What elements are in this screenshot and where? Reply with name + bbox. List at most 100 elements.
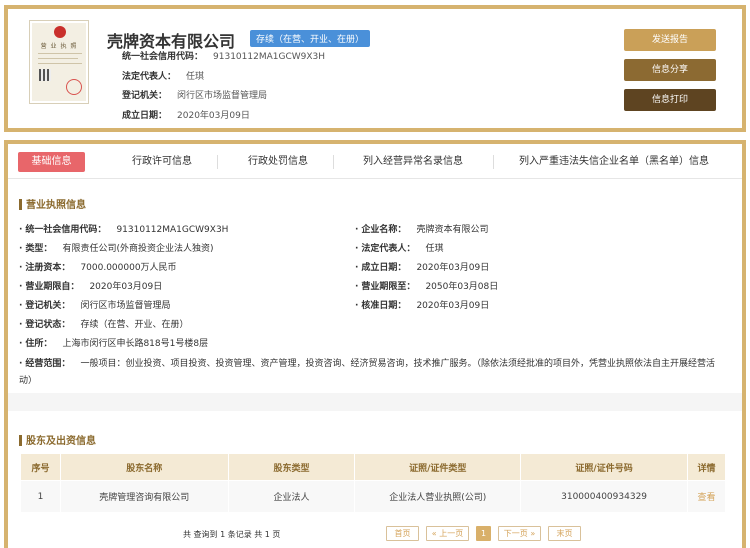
- tab-divider: [333, 155, 334, 169]
- column-header: 股东名称: [59, 453, 229, 481]
- field-legal-representative: 法定代表人： 任琪: [355, 241, 443, 254]
- field-label: 统一社会信用代码：: [19, 225, 106, 235]
- current-page-button[interactable]: 1: [476, 526, 491, 541]
- field-label: 住所：: [19, 339, 52, 349]
- field-value: 7000.000000万人民币: [80, 263, 177, 273]
- field-label: 企业名称：: [355, 225, 406, 235]
- tab-divider: [217, 155, 218, 169]
- cell-shareholder-type: 企业法人: [227, 480, 356, 513]
- field-label: 类型：: [19, 244, 52, 254]
- license-line: [38, 53, 82, 54]
- qr-code-icon: [39, 69, 51, 81]
- info-label: 登记机关：: [122, 91, 168, 101]
- field-value: 2020年03月09日: [89, 282, 163, 292]
- cell-no: 1: [20, 480, 61, 513]
- field-label: 法定代表人：: [355, 244, 415, 254]
- business-license-image[interactable]: 营 业 执 照: [29, 20, 89, 104]
- column-header: 详情: [687, 453, 726, 481]
- license-line: [38, 63, 82, 64]
- next-page-button[interactable]: 下一页 »: [498, 526, 541, 541]
- section-divider: [8, 393, 742, 411]
- prev-page-button[interactable]: « 上一页: [426, 526, 469, 541]
- seal-stamp-icon: [66, 79, 82, 95]
- field-label: 登记状态：: [19, 320, 70, 330]
- info-label: 成立日期：: [122, 110, 168, 121]
- header-info-row: 成立日期： 2020年03月09日: [122, 109, 325, 129]
- header-info-row: 统一社会信用代码： 91310112MA1GCW9X3H: [122, 50, 325, 70]
- field-value: 上海市闵行区申长路818号1号楼8层: [62, 339, 209, 349]
- field-label: 营业期限自：: [19, 282, 79, 292]
- header-info-list: 统一社会信用代码： 91310112MA1GCW9X3H 法定代表人： 任琪 登记机…: [122, 50, 325, 128]
- tab-abnormal-operation[interactable]: 列入经营异常名录信息: [343, 152, 483, 172]
- license-section-title: 营业执照信息: [19, 196, 86, 211]
- field-value: 2050年03月08日: [425, 282, 499, 292]
- field-value: 任琪: [425, 244, 444, 254]
- field-label: 注册资本：: [19, 263, 70, 273]
- field-label: 经营范围：: [19, 359, 70, 369]
- info-label: 统一社会信用代码：: [122, 52, 204, 62]
- print-info-button[interactable]: 信息打印: [624, 89, 716, 111]
- cell-shareholder-name: 壳牌管理咨询有限公司: [59, 480, 229, 513]
- cell-detail: 查看: [687, 480, 726, 513]
- info-value: 任琪: [186, 71, 205, 82]
- tab-blacklist[interactable]: 列入严重违法失信企业名单（黑名单）信息: [503, 152, 725, 172]
- field-company-name: 企业名称： 壳牌资本有限公司: [355, 222, 488, 235]
- field-value: 2020年03月09日: [416, 301, 490, 311]
- field-registered-capital: 注册资本： 7000.000000万人民币: [19, 260, 177, 273]
- table-header-row: 序号 股东名称 股东类型 证照/证件类型 证照/证件号码 详情: [20, 453, 726, 481]
- first-page-button[interactable]: 首页: [386, 526, 419, 541]
- column-header: 证照/证件号码: [520, 453, 688, 481]
- company-name: 壳牌资本有限公司: [107, 32, 236, 51]
- cell-doc-number: 310000400934329: [520, 480, 688, 513]
- field-established-date: 成立日期： 2020年03月09日: [355, 260, 489, 273]
- field-registration-authority: 登记机关： 闵行区市场监督管理局: [19, 298, 170, 311]
- field-value: 91310112MA1GCW9X3H: [116, 225, 229, 235]
- column-header: 序号: [20, 453, 61, 481]
- cell-doc-type: 企业法人营业执照(公司): [354, 480, 522, 513]
- field-value: 闵行区市场监督管理局: [80, 301, 171, 311]
- info-label: 法定代表人：: [122, 71, 177, 82]
- shareholder-section-title: 股东及出资信息: [19, 432, 96, 447]
- header-info-row: 登记机关： 闵行区市场监督管理局: [122, 89, 325, 109]
- shareholder-table: 序号 股东名称 股东类型 证照/证件类型 证照/证件号码 详情 1 壳牌管理咨询…: [20, 453, 726, 513]
- field-credit-code: 统一社会信用代码： 91310112MA1GCW9X3H: [19, 222, 228, 235]
- field-value: 壳牌资本有限公司: [416, 225, 489, 235]
- field-value: 有限责任公司(外商投资企业法人独资): [62, 244, 214, 254]
- header-info-row: 法定代表人： 任琪: [122, 70, 325, 90]
- field-label: 营业期限至：: [355, 282, 415, 292]
- tab-admin-penalty[interactable]: 行政处罚信息: [227, 152, 329, 172]
- license-image-title: 营 业 执 照: [40, 43, 78, 50]
- field-term-end: 营业期限至： 2050年03月08日: [355, 279, 498, 292]
- send-report-button[interactable]: 发送报告: [624, 29, 716, 51]
- field-address: 住所： 上海市闵行区申长路818号1号楼8层: [19, 336, 208, 349]
- info-value: 2020年03月09日: [177, 110, 250, 121]
- column-header: 股东类型: [227, 453, 356, 481]
- tab-underline: [8, 178, 742, 179]
- tab-admin-license[interactable]: 行政许可信息: [111, 152, 213, 172]
- info-value: 91310112MA1GCW9X3H: [213, 52, 326, 62]
- field-term-start: 营业期限自： 2020年03月09日: [19, 279, 162, 292]
- national-emblem-icon: [54, 26, 66, 38]
- field-label: 核准日期：: [355, 301, 406, 311]
- field-value: 一般项目：创业投资、项目投资、投资管理、资产管理，投资咨询、经济贸易咨询，技术推…: [19, 359, 715, 386]
- share-info-button[interactable]: 信息分享: [624, 59, 716, 81]
- tab-basic-info[interactable]: 基础信息: [18, 152, 85, 172]
- field-type: 类型： 有限责任公司(外商投资企业法人独资): [19, 241, 213, 254]
- field-label: 成立日期：: [355, 263, 406, 273]
- field-business-scope: 经营范围：一般项目：创业投资、项目投资、投资管理、资产管理，投资咨询、经济贸易咨…: [19, 356, 724, 390]
- last-page-button[interactable]: 末页: [548, 526, 581, 541]
- field-registration-status: 登记状态： 存续（在营、开业、在册）: [19, 317, 188, 330]
- field-approval-date: 核准日期： 2020年03月09日: [355, 298, 489, 311]
- pagination-summary: 共 查询到 1 条记录 共 1 页: [183, 530, 281, 539]
- tab-bar: 基础信息 行政许可信息 行政处罚信息 列入经营异常名录信息 列入严重违法失信企业…: [7, 152, 743, 172]
- status-badge: 存续（在营、开业、在册）: [250, 30, 371, 47]
- table-row: 1 壳牌管理咨询有限公司 企业法人 企业法人营业执照(公司) 310000400…: [20, 480, 726, 513]
- tab-divider: [493, 155, 494, 169]
- view-detail-link[interactable]: 查看: [697, 493, 715, 503]
- field-value: 存续（在营、开业、在册）: [80, 320, 189, 330]
- info-value: 闵行区市场监督管理局: [177, 91, 268, 101]
- license-line: [38, 58, 78, 59]
- field-value: 2020年03月09日: [416, 263, 490, 273]
- column-header: 证照/证件类型: [354, 453, 522, 481]
- field-label: 登记机关：: [19, 301, 70, 311]
